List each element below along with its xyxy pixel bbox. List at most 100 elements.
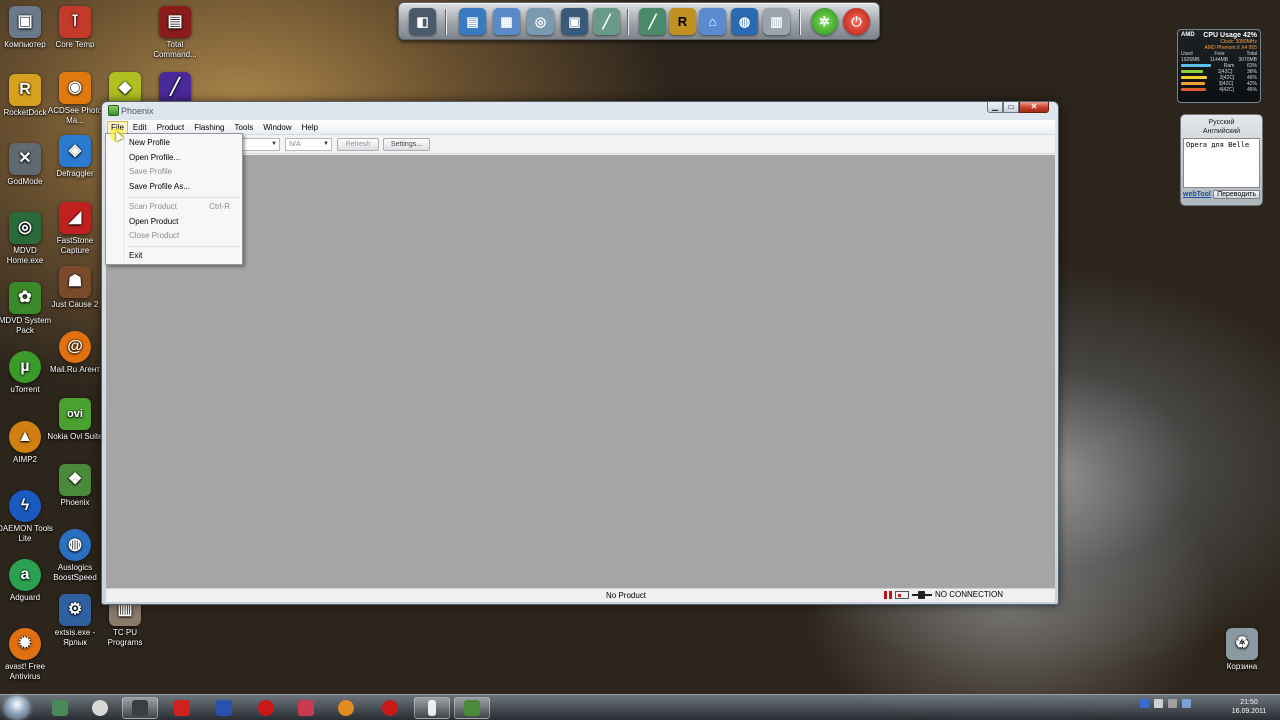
mdvd-pack-icon: ✿ (9, 282, 41, 314)
close-button[interactable]: ✕ (1019, 102, 1049, 113)
extsis-icon: ⚙ (59, 594, 91, 626)
rocketdock-r-icon[interactable]: R (669, 8, 696, 35)
menu-separator (128, 197, 240, 198)
menu-edit[interactable]: Edit (128, 121, 152, 134)
menu-item-save-profile[interactable]: Save Profile (129, 165, 236, 178)
file-menu-dropdown: New Profile Open Profile... Save Profile… (105, 133, 243, 265)
network-icon[interactable]: ⌂ (699, 8, 726, 35)
menu-tools[interactable]: Tools (230, 121, 259, 134)
menu-item-open-product[interactable]: Open Product (129, 215, 236, 228)
thermometer-icon: ⊺ (59, 6, 91, 38)
auslogics-icon: ◍ (59, 529, 91, 561)
network-tray-icon[interactable] (1154, 699, 1163, 708)
translate-button[interactable]: Переводить (1213, 190, 1260, 199)
taskbar-ipod[interactable] (288, 697, 324, 719)
ovi-icon: ovi (59, 398, 91, 430)
taskbar-player[interactable] (82, 697, 118, 719)
maximize-button[interactable]: ▭ (1003, 102, 1019, 113)
flag-icon[interactable] (1182, 699, 1191, 708)
desktop-icon-ovi[interactable]: ovi Nokia Ovi Suite (46, 398, 104, 442)
translator-gadget: Русский Английский Opera для Belle webTo… (1180, 114, 1263, 206)
menu-product[interactable]: Product (152, 121, 190, 134)
photos-icon[interactable]: ▣ (561, 8, 588, 35)
taskbar-opera2[interactable] (372, 697, 408, 719)
volume-icon[interactable] (1168, 699, 1177, 708)
clock-time: 21:50 (1240, 699, 1258, 706)
recycle-bin-icon: ♻ (1226, 628, 1258, 660)
phoenix-app-icon[interactable] (108, 105, 119, 116)
translator-text-area[interactable]: Opera для Belle (1183, 138, 1260, 188)
trash-icon[interactable]: ▥ (763, 8, 790, 35)
desktop-icon-defraggler[interactable]: ◈ Defraggler (46, 135, 104, 179)
menu-item-close-product[interactable]: Close Product (129, 229, 236, 242)
window-client: File Edit Product Flashing Tools Window … (106, 120, 1055, 602)
aimp-icon: ▲ (9, 421, 41, 453)
menu-window[interactable]: Window (258, 121, 296, 134)
system-tray (1140, 699, 1191, 708)
opera2-icon (382, 700, 398, 716)
settings-button[interactable]: Settings... (383, 138, 430, 151)
faststone-icon: ◢ (59, 202, 91, 234)
taskbar-faststone[interactable] (164, 697, 200, 719)
computer-icon: ▣ (9, 6, 41, 38)
taskbar-save[interactable] (206, 697, 242, 719)
mdvd-home-icon: ◎ (9, 212, 41, 244)
menu-flashing[interactable]: Flashing (189, 121, 229, 134)
language-icon[interactable] (1140, 699, 1149, 708)
editor-icon[interactable]: ╱ (593, 8, 620, 35)
finder-icon[interactable]: ◧ (409, 8, 436, 35)
wrench-icon: ✕ (9, 143, 41, 175)
product-combo[interactable]: N/A ▼ (285, 138, 332, 151)
menu-separator (128, 246, 240, 247)
desktop-icon-phoenix[interactable]: ❖ Phoenix (46, 464, 104, 508)
translator-brand-link[interactable]: webTool (1183, 191, 1211, 198)
taskbar-phone[interactable] (414, 697, 450, 719)
workspace-area (106, 155, 1055, 588)
menu-item-open-profile[interactable]: Open Profile... (129, 151, 236, 164)
taskbar-explorer[interactable] (122, 697, 158, 719)
taskbar-clock[interactable]: 21:50 16.09.2011 (1224, 698, 1274, 716)
toolbar: ▼ N/A ▼ Refresh Settings... (106, 136, 1055, 154)
disc-icon[interactable]: ◎ (527, 8, 554, 35)
power-red-icon[interactable]: ⏻ (843, 8, 870, 35)
rocketdock-bar: ◧ ▤ ▦ ◎ ▣ ╱ ╱ R ⌂ ◍ ▥ ✲ ⏻ (398, 2, 880, 40)
desktop-icon-just-cause[interactable]: ☗ Just Cause 2 (46, 266, 104, 310)
opera-icon (258, 700, 274, 716)
tools-icon[interactable]: ╱ (639, 8, 666, 35)
translator-lang-from[interactable]: Русский (1183, 118, 1260, 127)
translator-lang-to[interactable]: Английский (1183, 127, 1260, 136)
refresh-green-icon[interactable]: ✲ (811, 8, 838, 35)
yellow-green-icon: ◆ (109, 72, 141, 104)
taskbar-opera[interactable] (248, 697, 284, 719)
documents-icon[interactable]: ▦ (493, 8, 520, 35)
browser-icon[interactable]: ◍ (731, 8, 758, 35)
minimize-button[interactable]: ▁ (987, 102, 1003, 113)
notes-icon[interactable]: ▤ (459, 8, 486, 35)
taskbar-media[interactable] (42, 697, 78, 719)
explorer-icon (132, 700, 148, 716)
purple-app-icon: ╱ (159, 72, 191, 104)
menu-item-scan-product[interactable]: Scan Product Ctrl-R (129, 200, 236, 213)
refresh-button[interactable]: Refresh (337, 138, 379, 151)
chevron-down-icon: ▼ (271, 141, 277, 147)
faststone-task-icon (174, 700, 190, 716)
phone-icon (428, 700, 436, 716)
desktop-icon-total-commander[interactable]: ▤ Total Command... (146, 6, 204, 60)
desktop-icon-faststone[interactable]: ◢ FastStone Capture (46, 202, 104, 256)
desktop-icon-auslogics[interactable]: ◍ Auslogics BoostSpeed (46, 529, 104, 583)
desktop-icon-core-temp[interactable]: ⊺ Core Temp (46, 6, 104, 50)
desktop-icon-recycle-bin[interactable]: ♻ Корзина (1213, 628, 1271, 672)
rocketdock-icon: R (9, 74, 41, 106)
menu-item-save-profile-as[interactable]: Save Profile As... (129, 180, 236, 193)
taskbar-phoenix[interactable] (454, 697, 490, 719)
desktop-icon-mailru[interactable]: @ Mail.Ru Агент (46, 331, 104, 375)
menu-item-new-profile[interactable]: New Profile (129, 136, 236, 149)
cpu-usage-gadget: AMD CPU Usage 42% Clock: 3080MHz AMD Phe… (1177, 29, 1261, 103)
title-bar[interactable]: Phoenix ▁ ▭ ✕ (102, 102, 1058, 120)
phoenix-window: Phoenix ▁ ▭ ✕ File Edit Product Flashing… (101, 101, 1059, 605)
start-button[interactable] (4, 696, 30, 720)
cpu-title: CPU Usage 42% (1203, 32, 1257, 39)
taskbar-mail[interactable] (328, 697, 364, 719)
menu-item-exit[interactable]: Exit (129, 249, 236, 262)
menu-help[interactable]: Help (297, 121, 323, 134)
